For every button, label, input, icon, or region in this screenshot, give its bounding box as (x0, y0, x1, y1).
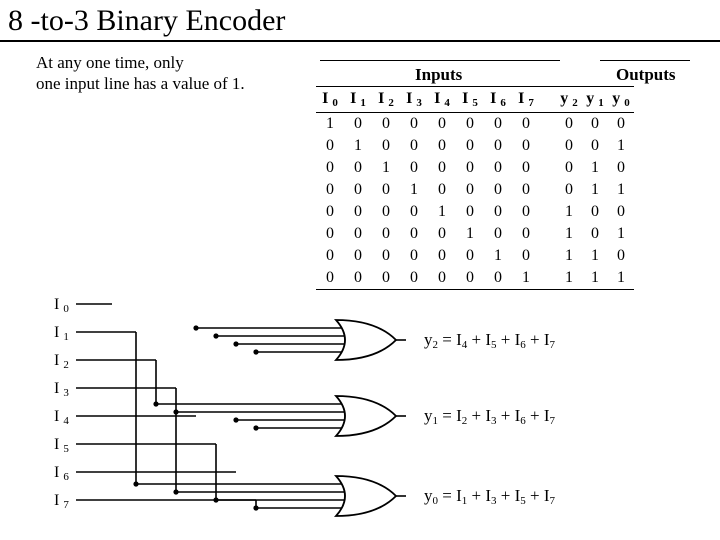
pin-I1: I 1 (54, 324, 69, 343)
pin-I7: I 7 (54, 492, 69, 511)
table-row: 00001000100 (316, 201, 634, 223)
eq-y1: y1 = I2 + I3 + I6 + I7 (424, 406, 555, 427)
table-row: 00000010110 (316, 245, 634, 267)
col-I4: I 4 (428, 87, 456, 113)
pin-I2: I 2 (54, 352, 69, 371)
eq-y0: y0 = I1 + I3 + I5 + I7 (424, 486, 555, 507)
col-I1: I 1 (344, 87, 372, 113)
col-I6: I 6 (484, 87, 512, 113)
page-title: 8 -to-3 Binary Encoder (0, 0, 720, 42)
col-I2: I 2 (372, 87, 400, 113)
table-row: 00000100101 (316, 223, 634, 245)
subtitle: At any one time, only one input line has… (36, 52, 296, 95)
inputs-label: Inputs (415, 65, 462, 85)
col-I7: I 7 (512, 87, 540, 113)
pin-I3: I 3 (54, 380, 69, 399)
col-I3: I 3 (400, 87, 428, 113)
subtitle-line2: one input line has a value of 1. (36, 74, 245, 93)
table-row: 10000000000 (316, 113, 634, 136)
col-y0: y 0 (608, 87, 634, 113)
pin-I6: I 6 (54, 464, 69, 483)
table-row: 00010000011 (316, 179, 634, 201)
table-row: 00000001111 (316, 267, 634, 290)
col-I0: I 0 (316, 87, 344, 113)
col-I5: I 5 (456, 87, 484, 113)
eq-y2: y2 = I4 + I5 + I6 + I7 (424, 330, 555, 351)
col-y2: y 2 (556, 87, 582, 113)
circuit-diagram: I 0 I 1 I 2 I 3 I 4 I 5 I 6 I 7 y2 = I4 + I5 + … (54, 296, 684, 536)
table-row: 01000000001 (316, 135, 634, 157)
pin-I0: I 0 (54, 296, 69, 315)
pin-I5: I 5 (54, 436, 69, 455)
outputs-label: Outputs (616, 65, 676, 85)
table-row: 00100000010 (316, 157, 634, 179)
col-y1: y 1 (582, 87, 608, 113)
pin-I4: I 4 (54, 408, 69, 427)
subtitle-line1: At any one time, only (36, 53, 184, 72)
circuit-svg (76, 296, 416, 532)
truth-table: I 0I 1I 2I 3I 4I 5I 6I 7 y 2y 1y 0 100000… (316, 86, 634, 290)
